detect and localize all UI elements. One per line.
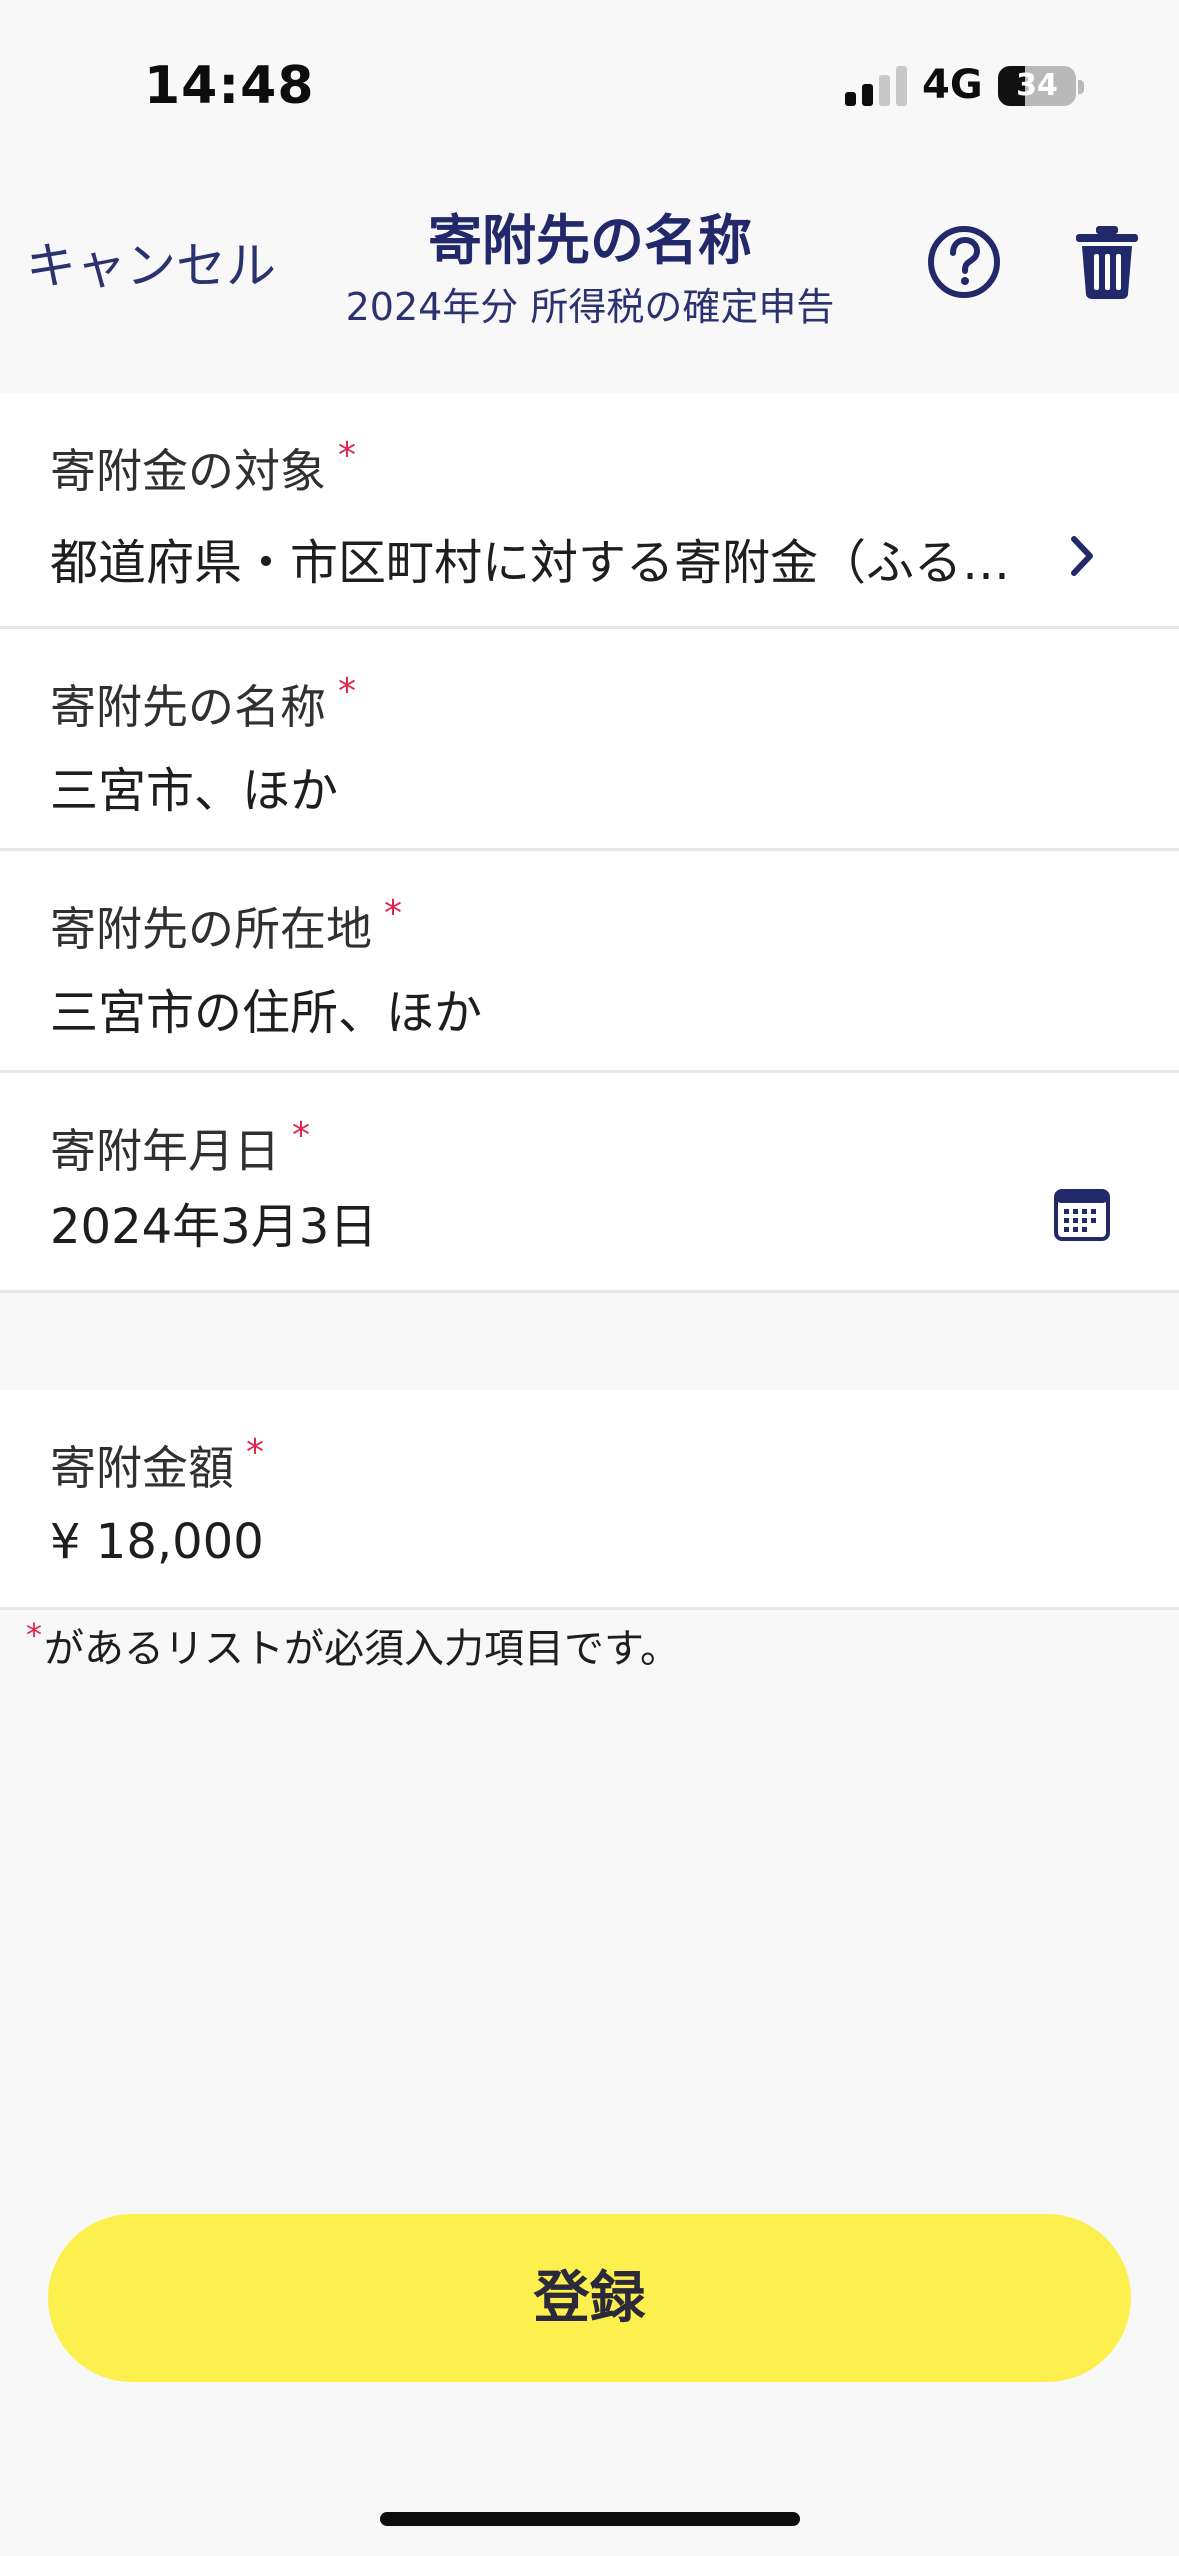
donee-name-row[interactable]: 寄附先の名称 * 三宮市、ほか (0, 629, 1179, 851)
page-title: 寄附先の名称 (428, 209, 752, 272)
status-time: 14:48 (144, 56, 315, 116)
donation-date-input[interactable]: 2024年3月3日 (50, 1187, 950, 1257)
donation-amount-label: 寄附金額 * (50, 1432, 264, 1498)
required-mark: * (338, 671, 356, 712)
donation-amount-label-text: 寄附金額 (50, 1441, 234, 1495)
required-mark: * (292, 1115, 310, 1156)
donation-target-value: 都道府県・市区町村に対する寄附金（ふるさと納税など） (50, 535, 1020, 591)
cellular-signal-icon (845, 66, 907, 106)
chevron-right-icon (1071, 536, 1093, 576)
donation-amount-input[interactable]: ¥ 18,000 (50, 1514, 1050, 1570)
battery-cap (1078, 80, 1084, 94)
screen: 14:48 4G 34 キャンセル 寄附先の名称 2024年分 所得税の確定申告 (0, 0, 1179, 2556)
donation-amount-row[interactable]: 寄附金額 * ¥ 18,000 (0, 1390, 1179, 1610)
donation-date-label-text: 寄附年月日 (50, 1124, 280, 1178)
status-bar: 14:48 4G 34 (0, 0, 1179, 170)
required-note-text: があるリストが必須入力項目です。 (44, 1626, 680, 1672)
register-button[interactable]: 登録 (48, 2214, 1131, 2382)
donee-address-input[interactable]: 三宮市の住所、ほか (50, 973, 1050, 1043)
donation-target-label-text: 寄附金の対象 (50, 444, 326, 498)
donation-date-row[interactable]: 寄附年月日 * 2024年3月3日 (0, 1073, 1179, 1293)
donation-target-row[interactable]: 寄附金の対象 * 都道府県・市区町村に対する寄附金（ふるさと納税など） (0, 393, 1179, 629)
required-mark: * (384, 893, 402, 934)
home-indicator[interactable] (380, 2512, 800, 2526)
donation-target-label: 寄附金の対象 * (50, 435, 356, 501)
donee-address-row[interactable]: 寄附先の所在地 * 三宮市の住所、ほか (0, 851, 1179, 1073)
donee-name-label-text: 寄附先の名称 (50, 680, 326, 734)
donation-details-card: 寄附金の対象 * 都道府県・市区町村に対する寄附金（ふるさと納税など） 寄附先の名… (0, 393, 1179, 1293)
donee-address-label-text: 寄附先の所在地 (50, 902, 372, 956)
donation-date-label: 寄附年月日 * (50, 1115, 310, 1181)
required-mark: * (338, 435, 356, 476)
required-note: *があるリストが必須入力項目です。 (26, 1616, 680, 1674)
calendar-icon[interactable] (1054, 1189, 1110, 1241)
required-mark: * (246, 1432, 264, 1473)
question-circle-icon[interactable] (926, 224, 1002, 300)
donee-name-input[interactable]: 三宮市、ほか (50, 751, 1050, 821)
donee-name-label: 寄附先の名称 * (50, 671, 356, 737)
page-subtitle: 2024年分 所得税の確定申告 (345, 285, 835, 329)
donation-amount-card: 寄附金額 * ¥ 18,000 (0, 1390, 1179, 1610)
battery-icon: 34 (998, 66, 1076, 106)
required-mark: * (26, 1616, 42, 1654)
donee-address-label: 寄附先の所在地 * (50, 893, 402, 959)
cancel-button[interactable]: キャンセル (26, 226, 276, 298)
battery-percent: 34 (1016, 68, 1058, 103)
network-type: 4G (922, 62, 983, 108)
trash-icon[interactable] (1072, 224, 1142, 300)
